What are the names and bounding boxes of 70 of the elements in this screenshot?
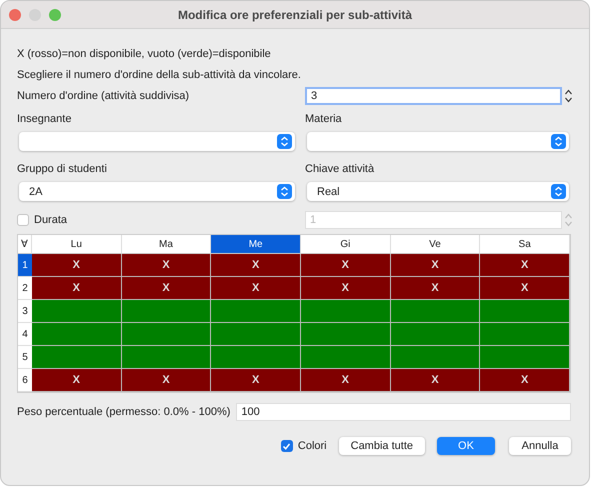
dialog-button[interactable]: Annulla [509,437,571,455]
stepper-icon[interactable] [564,88,573,104]
field-label: Numero d'ordine (attività suddivisa) [17,90,190,102]
table-cell[interactable]: X [211,369,301,392]
table-cell[interactable]: X [32,277,122,300]
dropdown-value: Real [317,186,340,198]
table-cell[interactable]: X [390,369,480,392]
table-cell[interactable]: X [300,369,391,392]
table-cell[interactable]: X [480,254,570,277]
corner-header[interactable]: ∀ [18,235,32,254]
table-cell[interactable]: X [390,277,480,300]
checkbox-label: Durata [34,214,68,226]
column-header[interactable]: Lu [32,235,122,254]
instruction-text: Scegliere il numero d'ordine della sub-attività da vincolare. [17,68,301,80]
table-cell[interactable] [480,300,570,323]
weight-field[interactable]: 100 [236,403,571,421]
column-header[interactable]: Ma [122,235,212,254]
table-cell[interactable] [211,300,301,323]
field-label: Insegnante [17,112,72,124]
checkbox[interactable] [280,440,293,452]
table-cell[interactable] [211,323,301,346]
dropdown[interactable] [19,132,295,151]
table-cell[interactable] [390,323,480,346]
window-title: Modifica ore preferenziali per sub-attività [176,8,414,22]
column-header[interactable]: Me [211,235,301,254]
checkbox-label: Colori [298,440,327,452]
field-label: Chiave attività [305,162,374,174]
close-button[interactable] [9,8,21,20]
dialog-button[interactable]: Cambia tutte [338,437,425,455]
table-cell[interactable]: X [122,254,212,277]
table-cell[interactable] [300,300,391,323]
table-cell[interactable] [122,300,212,323]
order-number-field[interactable]: 3 [305,86,562,104]
table-cell[interactable]: X [32,369,122,392]
table-cell[interactable] [122,323,212,346]
field-label: Materia [305,112,342,124]
column-header[interactable]: Sa [480,235,570,254]
table-cell[interactable]: X [122,277,212,300]
table-cell[interactable]: X [211,277,301,300]
field-label: Peso percentuale (permesso: 0.0% - 100%) [17,406,230,418]
table-cell[interactable]: X [122,369,212,392]
column-header[interactable]: Gi [300,235,391,254]
dropdown-value: 2A [29,186,42,198]
table-cell[interactable] [300,346,391,369]
zoom-button[interactable] [49,8,61,20]
table-cell[interactable]: X [300,277,391,300]
table-cell[interactable] [32,346,122,369]
table-cell[interactable] [122,346,212,369]
dropdown[interactable]: 2A [19,182,295,201]
table-cell[interactable] [300,323,391,346]
table-cell[interactable] [32,300,122,323]
table-cell[interactable] [480,323,570,346]
ok-button[interactable]: OK [437,437,495,455]
table-cell[interactable] [211,346,301,369]
table-cell[interactable]: X [480,369,570,392]
table-cell[interactable] [390,300,480,323]
field-label: Gruppo di studenti [17,162,107,174]
table-cell[interactable]: X [32,254,122,277]
table-cell[interactable]: X [211,254,301,277]
row-header[interactable]: 1 [18,254,32,277]
table-cell[interactable]: X [300,254,391,277]
table-cell[interactable] [32,323,122,346]
table-cell[interactable]: X [390,254,480,277]
table-cell[interactable] [390,346,480,369]
dropdown[interactable]: Real [307,182,569,201]
column-header[interactable]: Ve [390,235,480,254]
legend-text: X (rosso)=non disponibile, vuoto (verde)=disponibile [17,48,271,60]
table-cell[interactable] [480,346,570,369]
table-cell[interactable]: X [480,277,570,300]
dropdown[interactable] [307,132,569,151]
